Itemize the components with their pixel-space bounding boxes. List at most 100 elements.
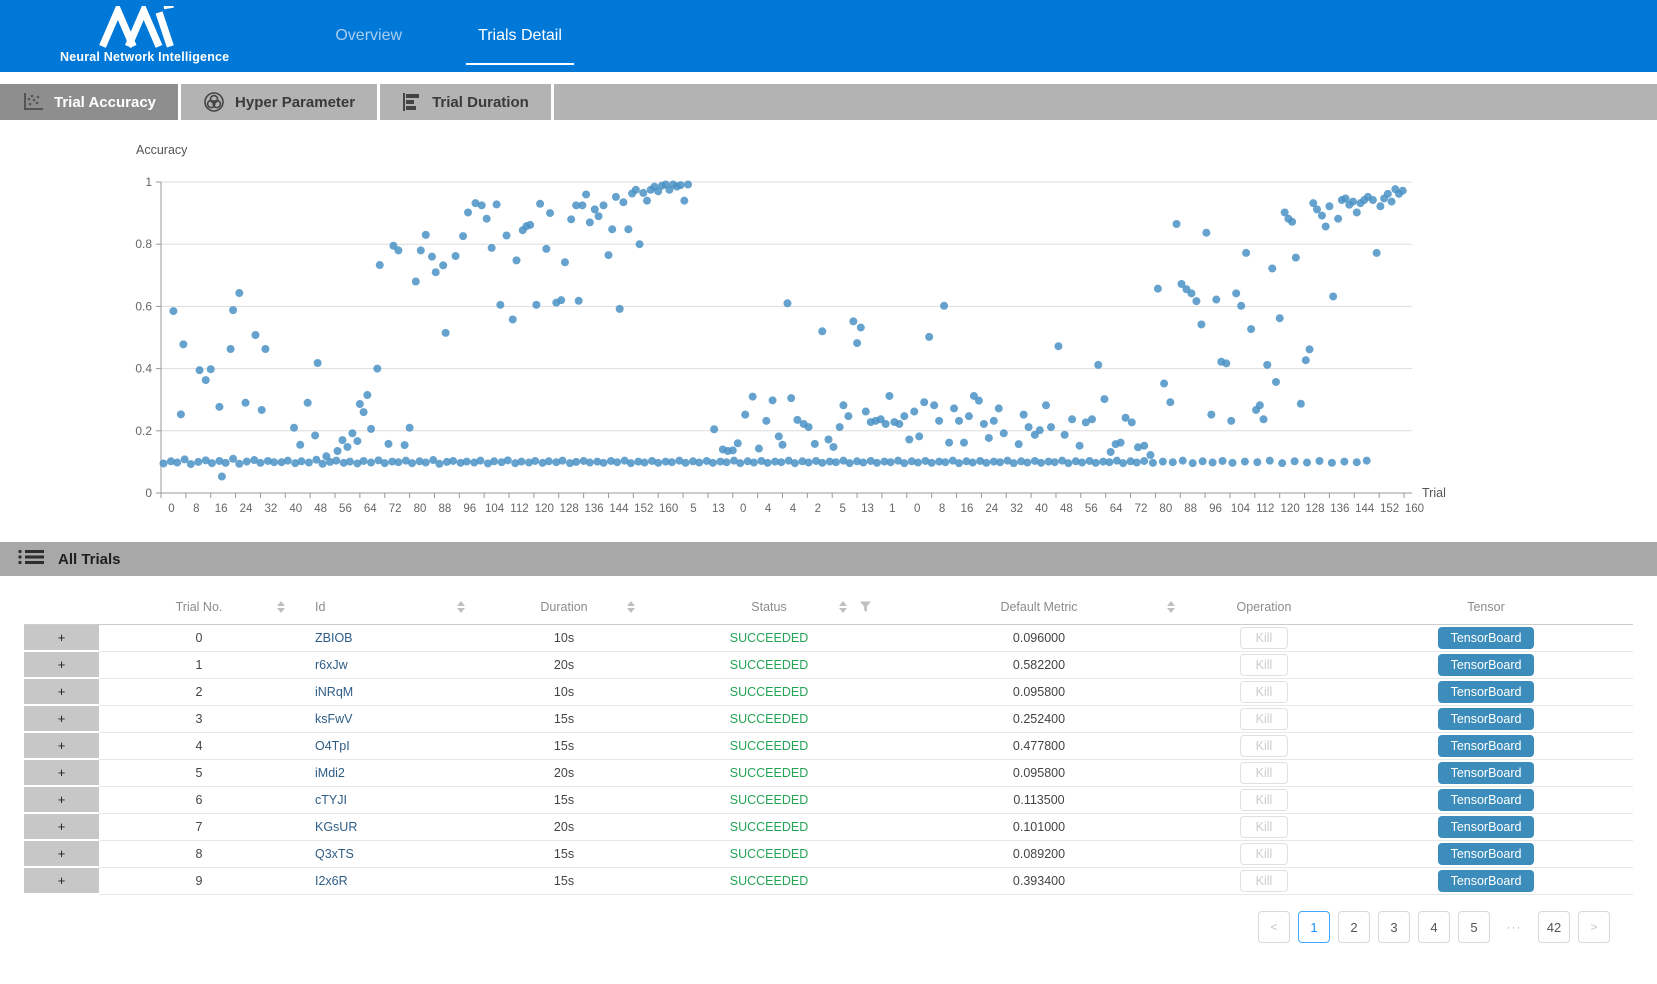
scatter-point[interactable] <box>1353 458 1361 466</box>
scatter-point[interactable] <box>1207 411 1215 419</box>
scatter-point[interactable] <box>215 403 223 411</box>
scatter-point[interactable] <box>578 201 586 209</box>
expand-row-button[interactable]: + <box>24 759 99 786</box>
expand-row-button[interactable]: + <box>24 651 99 678</box>
scatter-point[interactable] <box>332 457 340 465</box>
tensorboard-button[interactable]: TensorBoard <box>1438 789 1535 811</box>
scatter-point[interactable] <box>723 458 731 466</box>
scatter-point[interactable] <box>1140 442 1148 450</box>
scatter-point[interactable] <box>222 459 230 467</box>
scatter-point[interactable] <box>1187 289 1195 297</box>
scatter-point[interactable] <box>941 458 949 466</box>
tensorboard-button[interactable]: TensorBoard <box>1438 762 1535 784</box>
scatter-point[interactable] <box>187 460 195 468</box>
tensorboard-button[interactable]: TensorBoard <box>1438 735 1535 757</box>
scatter-point[interactable] <box>561 258 569 266</box>
scatter-point[interactable] <box>258 406 266 414</box>
scatter-point[interactable] <box>849 317 857 325</box>
scatter-point[interactable] <box>478 201 486 209</box>
scatter-point[interactable] <box>940 302 948 310</box>
scatter-point[interactable] <box>982 459 990 467</box>
tensorboard-button[interactable]: TensorBoard <box>1438 681 1535 703</box>
scatter-point[interactable] <box>885 392 893 400</box>
scatter-point[interactable] <box>930 401 938 409</box>
scatter-point[interactable] <box>928 459 936 467</box>
scatter-point[interactable] <box>412 278 420 286</box>
scatter-point[interactable] <box>600 459 608 467</box>
scatter-point[interactable] <box>1302 356 1310 364</box>
scatter-point[interactable] <box>1160 380 1168 388</box>
tab-trial-accuracy[interactable]: Trial Accuracy <box>0 84 181 120</box>
scatter-point[interactable] <box>1325 202 1333 210</box>
kill-button[interactable]: Kill <box>1240 735 1289 757</box>
scatter-point[interactable] <box>1189 459 1197 467</box>
scatter-point[interactable] <box>811 440 819 448</box>
scatter-point[interactable] <box>1064 459 1072 467</box>
pagination-page-42[interactable]: 42 <box>1538 911 1570 943</box>
scatter-point[interactable] <box>422 459 430 467</box>
scatter-point[interactable] <box>1288 218 1296 226</box>
scatter-point[interactable] <box>1297 400 1305 408</box>
scatter-point[interactable] <box>235 460 243 468</box>
sort-icon[interactable] <box>1167 601 1175 613</box>
scatter-point[interactable] <box>1036 426 1044 434</box>
scatter-point[interactable] <box>177 410 185 418</box>
scatter-point[interactable] <box>381 459 389 467</box>
scatter-point[interactable] <box>668 458 676 466</box>
scatter-point[interactable] <box>586 218 594 226</box>
scatter-point[interactable] <box>356 400 364 408</box>
scatter-point[interactable] <box>1199 457 1207 465</box>
scatter-point[interactable] <box>173 459 181 467</box>
scatter-point[interactable] <box>741 411 749 419</box>
scatter-point[interactable] <box>1329 292 1337 300</box>
scatter-point[interactable] <box>1227 417 1235 425</box>
col-default-metric[interactable]: Default Metric <box>889 590 1189 624</box>
scatter-point[interactable] <box>1306 345 1314 353</box>
scatter-point[interactable] <box>969 459 977 467</box>
scatter-point[interactable] <box>1100 395 1108 403</box>
scatter-point[interactable] <box>179 340 187 348</box>
scatter-point[interactable] <box>1266 457 1274 465</box>
scatter-point[interactable] <box>1237 302 1245 310</box>
scatter-point[interactable] <box>1384 190 1392 198</box>
scatter-point[interactable] <box>950 404 958 412</box>
scatter-point[interactable] <box>975 397 983 405</box>
scatter-point[interactable] <box>1051 458 1059 466</box>
scatter-point[interactable] <box>762 417 770 425</box>
scatter-point[interactable] <box>1037 459 1045 467</box>
scatter-point[interactable] <box>1303 459 1311 467</box>
tensorboard-button[interactable]: TensorBoard <box>1438 816 1535 838</box>
scatter-point[interactable] <box>290 424 298 432</box>
scatter-point[interactable] <box>1369 196 1377 204</box>
scatter-point[interactable] <box>829 443 837 451</box>
nav-tab-trials-detail[interactable]: Trials Detail <box>466 0 574 72</box>
kill-button[interactable]: Kill <box>1240 627 1289 649</box>
scatter-point[interactable] <box>910 408 918 416</box>
scatter-point[interactable] <box>985 434 993 442</box>
scatter-point[interactable] <box>229 455 237 463</box>
scatter-point[interactable] <box>512 256 520 264</box>
scatter-point[interactable] <box>643 197 651 205</box>
scatter-point[interactable] <box>376 261 384 269</box>
scatter-point[interactable] <box>408 459 416 467</box>
scatter-point[interactable] <box>995 404 1003 412</box>
scatter-point[interactable] <box>582 190 590 198</box>
scatter-point[interactable] <box>367 425 375 433</box>
scatter-point[interactable] <box>915 432 923 440</box>
scatter-point[interactable] <box>1222 359 1230 367</box>
scatter-point[interactable] <box>1276 314 1284 322</box>
scatter-point[interactable] <box>322 452 330 460</box>
scatter-point[interactable] <box>459 232 467 240</box>
tensorboard-button[interactable]: TensorBoard <box>1438 708 1535 730</box>
expand-row-button[interactable]: + <box>24 813 99 840</box>
scatter-point[interactable] <box>636 240 644 248</box>
scatter-point[interactable] <box>779 441 787 449</box>
scatter-point[interactable] <box>639 189 647 197</box>
scatter-point[interactable] <box>769 396 777 404</box>
sort-icon[interactable] <box>457 601 465 613</box>
scatter-point[interactable] <box>632 186 640 194</box>
scatter-point[interactable] <box>846 459 854 467</box>
kill-button[interactable]: Kill <box>1240 843 1289 865</box>
scatter-point[interactable] <box>960 439 968 447</box>
scatter-point[interactable] <box>1140 457 1148 465</box>
